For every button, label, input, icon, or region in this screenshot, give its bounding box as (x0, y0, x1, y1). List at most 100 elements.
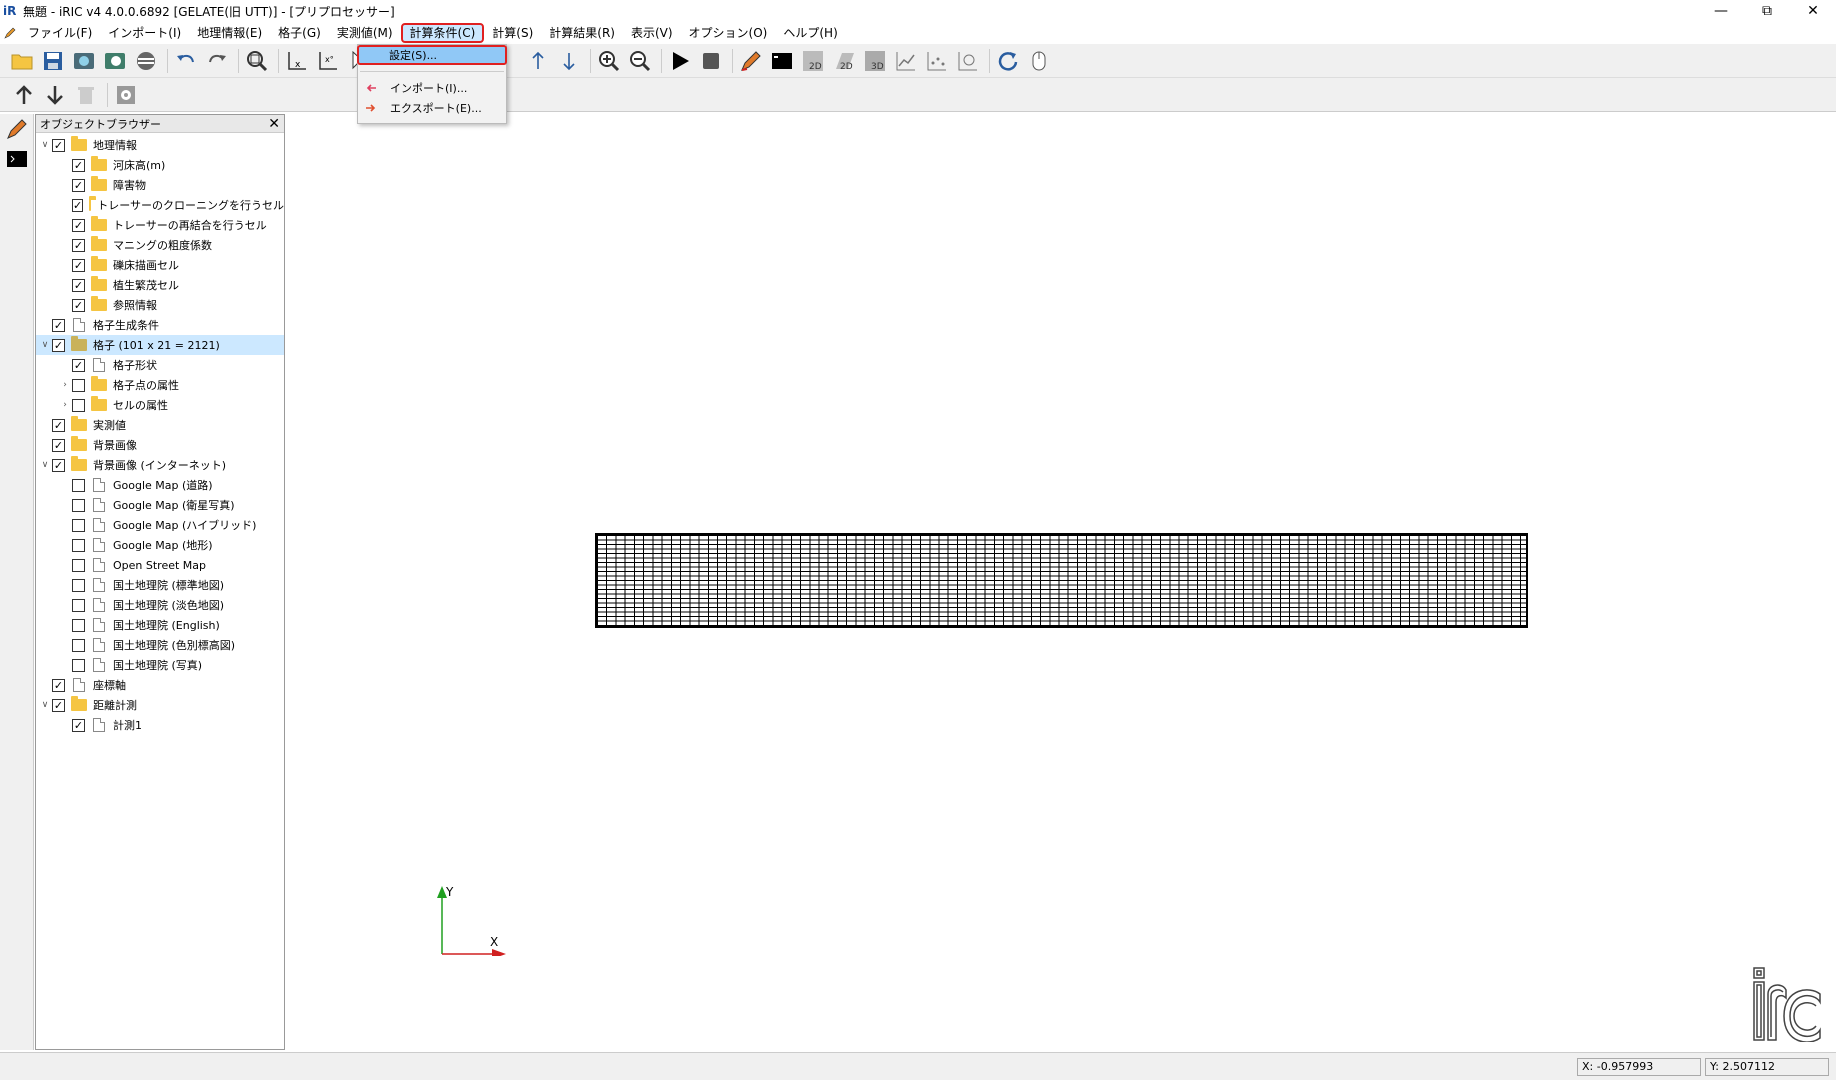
checkbox[interactable]: ✓ (72, 358, 85, 372)
refresh-icon[interactable] (994, 47, 1022, 75)
pencil-edit-icon[interactable] (0, 114, 34, 144)
checkbox[interactable]: ✓ (72, 278, 85, 292)
expand-toggle-icon[interactable]: ∨ (38, 338, 52, 352)
arrow-down-icon[interactable] (41, 81, 69, 109)
menu-file[interactable]: ファイル(F) (20, 23, 100, 43)
checkbox[interactable] (72, 638, 85, 652)
close-button[interactable]: ✕ (1790, 0, 1836, 22)
expand-toggle-icon[interactable]: › (58, 398, 72, 412)
preprocessor-canvas[interactable]: Y X (287, 114, 1836, 1050)
tree-node-elevation[interactable]: ✓ 河床高(m) (36, 155, 284, 175)
tree-node-gsi-photo[interactable]: 国土地理院 (写真) (36, 655, 284, 675)
menu-grid[interactable]: 格子(G) (270, 23, 329, 43)
tree-node-gsi-standard[interactable]: 国土地理院 (標準地図) (36, 575, 284, 595)
tree-node-gravel[interactable]: ✓ 礫床描画セル (36, 255, 284, 275)
post-2d-icon[interactable]: 2D (799, 47, 827, 75)
tree-node-tracer-merge[interactable]: ✓ トレーサーの再結合を行うセル (36, 215, 284, 235)
tree-node-cell-attributes[interactable]: › セルの属性 (36, 395, 284, 415)
checkbox[interactable]: ✓ (52, 438, 65, 452)
menu-calculation[interactable]: 計算(S) (484, 23, 541, 43)
checkbox[interactable] (72, 538, 85, 552)
checkbox[interactable]: ✓ (52, 458, 65, 472)
fit-view-icon[interactable] (243, 47, 271, 75)
tree-node-measure1[interactable]: ✓ 計測1 (36, 715, 284, 735)
run-icon[interactable] (666, 47, 694, 75)
tree-node-measured[interactable]: ✓ 実測値 (36, 415, 284, 435)
tree-node-geodata[interactable]: ∨ ✓ 地理情報 (36, 135, 284, 155)
menu-help[interactable]: ヘルプ(H) (775, 23, 845, 43)
expand-toggle-icon[interactable]: › (58, 378, 72, 392)
save-cg-icon[interactable] (101, 47, 129, 75)
minimize-button[interactable]: — (1698, 0, 1744, 22)
checkbox[interactable] (72, 378, 85, 392)
tree-node-tracer-clone[interactable]: ✓ トレーサーのクローニングを行うセル (36, 195, 284, 215)
save-snapshot-icon[interactable] (70, 47, 98, 75)
checkbox[interactable]: ✓ (72, 718, 85, 732)
checkbox[interactable]: ✓ (52, 418, 65, 432)
checkbox[interactable]: ✓ (72, 178, 85, 192)
tree-node-grid-creation[interactable]: ✓ 格子生成条件 (36, 315, 284, 335)
tree-node-gmap-terrain[interactable]: Google Map (地形) (36, 535, 284, 555)
graph-icon[interactable] (892, 47, 920, 75)
post-2d-bird-icon[interactable]: 2D (830, 47, 858, 75)
menu-measured[interactable]: 実測値(M) (329, 23, 401, 43)
tree-node-gmap-satellite[interactable]: Google Map (衛星写真) (36, 495, 284, 515)
computational-grid[interactable] (595, 533, 1528, 628)
console-icon[interactable] (768, 47, 796, 75)
menu-view[interactable]: 表示(V) (623, 23, 681, 43)
terminal-icon[interactable] (0, 144, 34, 174)
checkbox[interactable]: ✓ (72, 258, 85, 272)
redo-icon[interactable] (203, 47, 231, 75)
properties-icon[interactable] (112, 81, 140, 109)
save-icon[interactable] (39, 47, 67, 75)
zoom-out-icon[interactable] (626, 47, 654, 75)
tree-node-background-internet[interactable]: ∨ ✓ 背景画像 (インターネット) (36, 455, 284, 475)
trash-icon[interactable] (72, 81, 100, 109)
tree-node-gmap-hybrid[interactable]: Google Map (ハイブリッド) (36, 515, 284, 535)
axis-x-icon[interactable]: x (283, 47, 311, 75)
tree-node-grid[interactable]: ∨ ✓ 格子 (101 x 21 = 2121) (36, 335, 284, 355)
post-3d-icon[interactable]: 3D (861, 47, 889, 75)
tree-node-distance[interactable]: ∨ ✓ 距離計測 (36, 695, 284, 715)
checkbox[interactable]: ✓ (52, 318, 65, 332)
expand-toggle-icon[interactable]: ∨ (38, 698, 52, 712)
menu-item-settings[interactable]: 設定(S)... (357, 45, 507, 65)
tree-node-gsi-english[interactable]: 国土地理院 (English) (36, 615, 284, 635)
tree-node-background[interactable]: ✓ 背景画像 (36, 435, 284, 455)
tree-node-obstacle[interactable]: ✓ 障害物 (36, 175, 284, 195)
menu-geodata[interactable]: 地理情報(E) (189, 23, 270, 43)
checkbox[interactable]: ✓ (72, 238, 85, 252)
checkbox[interactable]: ✓ (72, 158, 85, 172)
checkbox[interactable] (72, 498, 85, 512)
checkbox[interactable] (72, 398, 85, 412)
checkbox[interactable] (72, 618, 85, 632)
menu-import[interactable]: インポート(I) (100, 23, 189, 43)
zoom-in-icon[interactable] (595, 47, 623, 75)
checkbox[interactable]: ✓ (72, 298, 85, 312)
menu-calc-condition[interactable]: 計算条件(C) (400, 23, 485, 43)
checkbox[interactable]: ✓ (72, 218, 85, 232)
checkbox[interactable]: ✓ (52, 698, 65, 712)
menu-result[interactable]: 計算結果(R) (541, 23, 623, 43)
mouse-icon[interactable] (1025, 47, 1053, 75)
expand-toggle-icon[interactable]: ∨ (38, 458, 52, 472)
checkbox[interactable]: ✓ (72, 198, 84, 212)
checkbox[interactable] (72, 558, 85, 572)
arrow-up-icon[interactable] (10, 81, 38, 109)
undo-icon[interactable] (172, 47, 200, 75)
checkbox[interactable]: ✓ (52, 678, 65, 692)
checkbox[interactable] (72, 578, 85, 592)
stop-icon[interactable] (697, 47, 725, 75)
move-down-icon[interactable] (555, 47, 583, 75)
checkbox[interactable]: ✓ (52, 138, 65, 152)
move-up-icon[interactable] (524, 47, 552, 75)
checkbox[interactable] (72, 658, 85, 672)
checkbox[interactable] (72, 518, 85, 532)
checkbox[interactable] (72, 598, 85, 612)
google-earth-icon[interactable] (132, 47, 160, 75)
edit-pen-icon[interactable] (737, 47, 765, 75)
scatter-icon[interactable] (923, 47, 951, 75)
tree-node-gmap-road[interactable]: Google Map (道路) (36, 475, 284, 495)
checkbox[interactable]: ✓ (52, 338, 65, 352)
menu-item-export[interactable]: エクスポート(E)... (358, 98, 506, 118)
